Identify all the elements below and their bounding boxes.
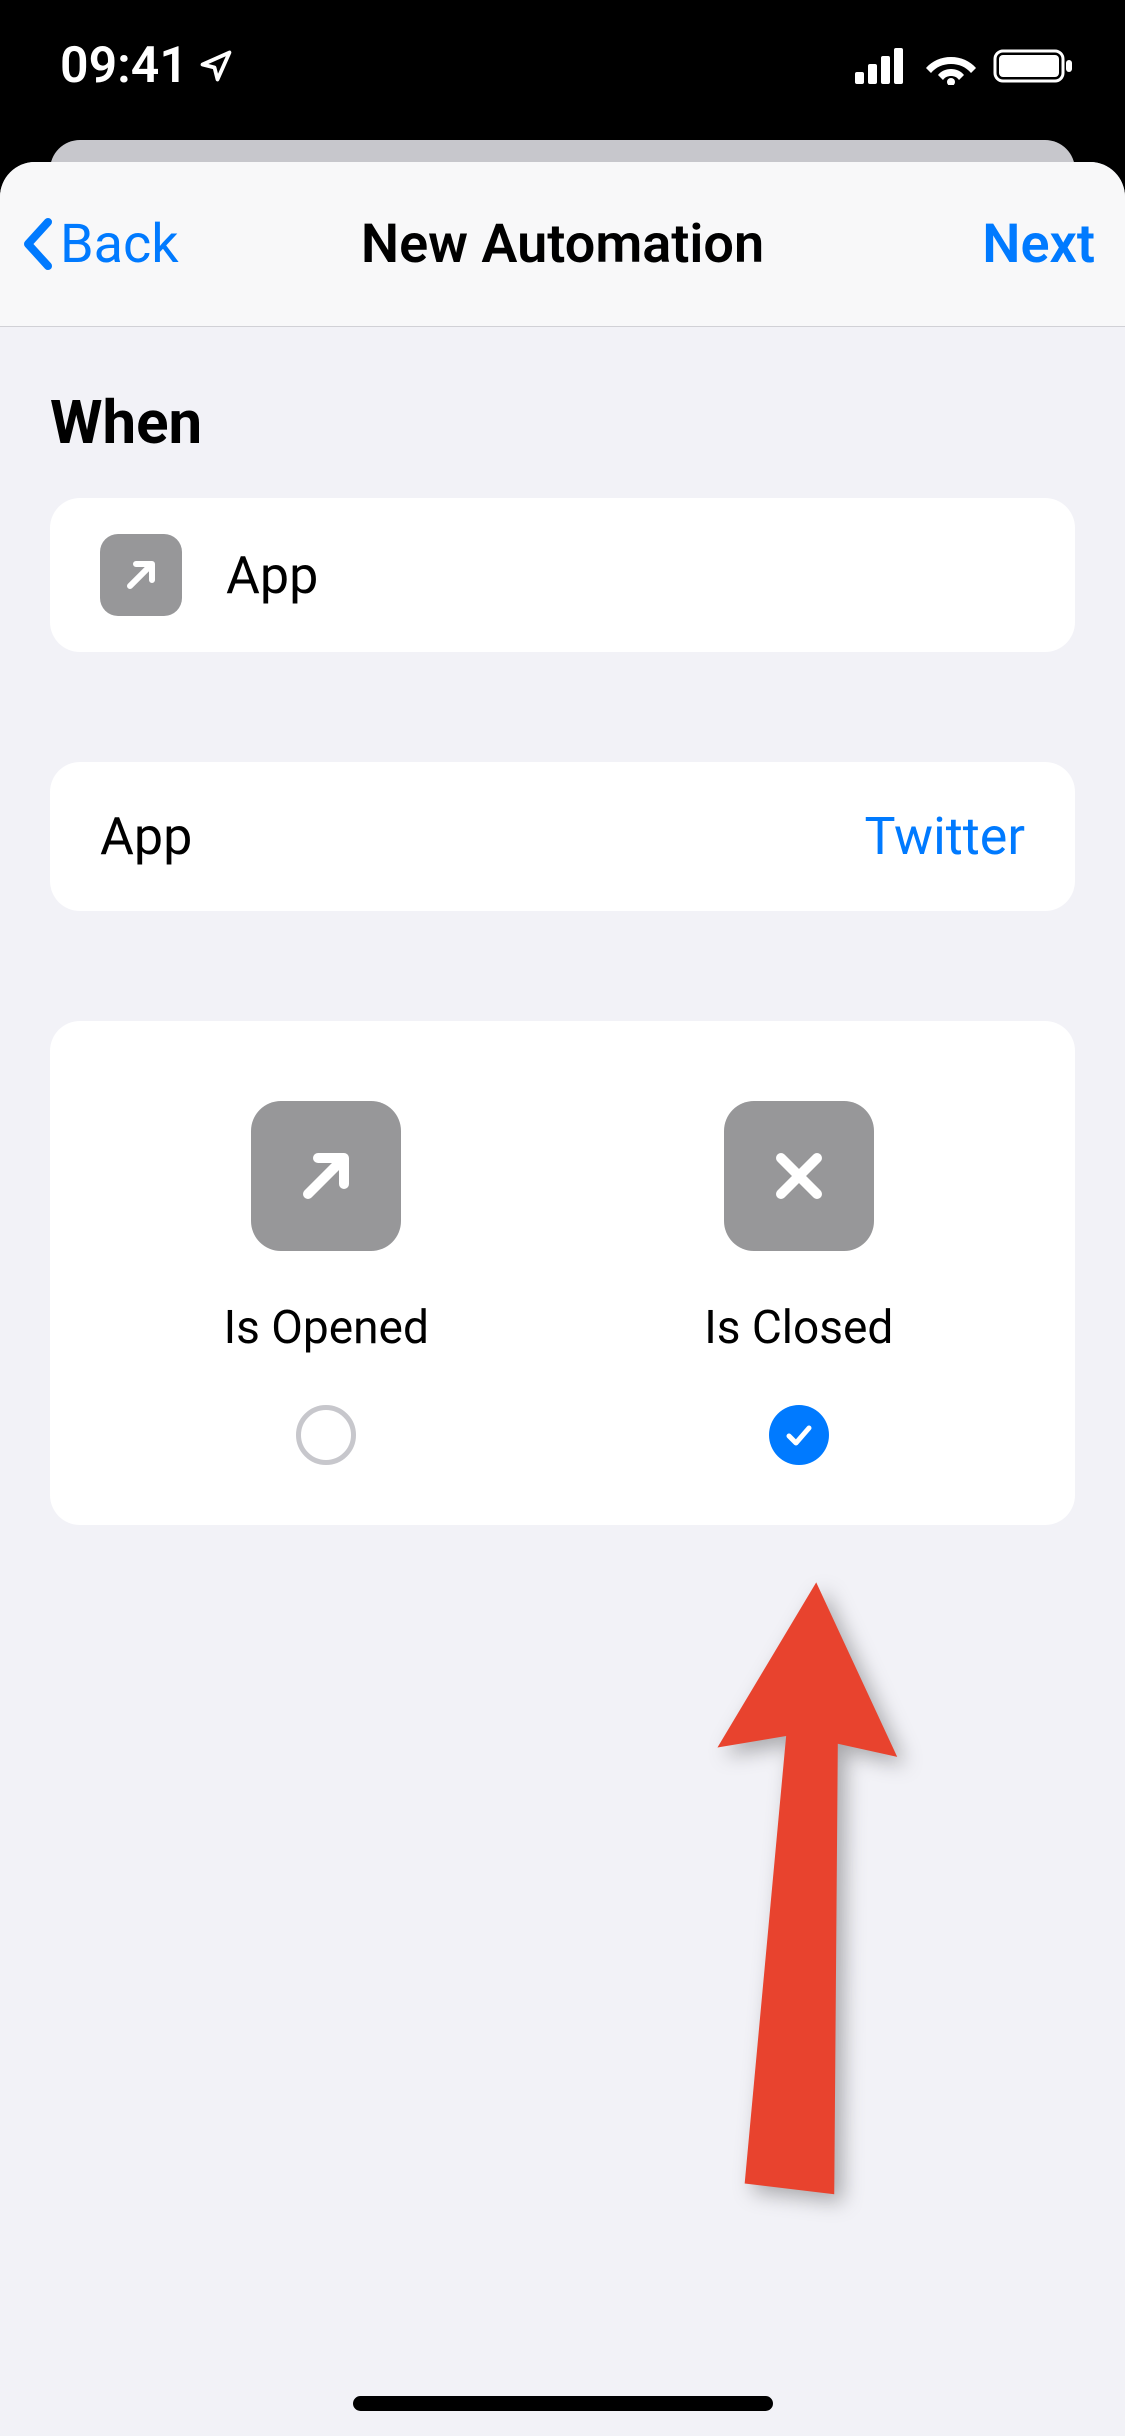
trigger-label: App — [226, 545, 318, 606]
battery-icon — [993, 47, 1075, 85]
is-opened-option[interactable]: Is Opened — [90, 1101, 563, 1465]
back-button[interactable]: Back — [20, 213, 179, 276]
app-selector-card: App Twitter — [50, 762, 1075, 911]
location-icon — [198, 48, 234, 84]
is-closed-option[interactable]: Is Closed — [563, 1101, 1036, 1465]
modal-sheet: Back New Automation Next When App — [0, 162, 1125, 2436]
app-selector-value: Twitter — [864, 806, 1025, 867]
trigger-card: App — [50, 498, 1075, 652]
is-closed-radio[interactable] — [769, 1405, 829, 1465]
is-closed-label: Is Closed — [704, 1301, 893, 1355]
is-opened-label: Is Opened — [224, 1301, 429, 1355]
time-text: 09:41 — [60, 37, 188, 95]
status-right-icons — [855, 47, 1075, 85]
page-title: New Automation — [361, 213, 764, 276]
wifi-icon — [925, 47, 977, 85]
cellular-icon — [855, 48, 909, 84]
chevron-left-icon — [20, 216, 56, 272]
open-close-options: Is Opened Is Closed — [50, 1021, 1075, 1525]
trigger-row[interactable]: App — [50, 498, 1075, 652]
home-indicator[interactable] — [353, 2396, 773, 2411]
annotation-arrow — [700, 1582, 900, 2202]
is-opened-radio[interactable] — [296, 1405, 356, 1465]
back-label: Back — [60, 213, 179, 276]
app-open-icon — [100, 534, 182, 616]
close-icon — [724, 1101, 874, 1251]
app-selector-row[interactable]: App Twitter — [50, 762, 1075, 911]
status-time: 09:41 — [60, 37, 234, 95]
next-button[interactable]: Next — [982, 213, 1095, 276]
arrow-out-icon — [251, 1101, 401, 1251]
device-frame: 09:41 — [0, 0, 1125, 2436]
navigation-bar: Back New Automation Next — [0, 162, 1125, 327]
status-bar: 09:41 — [0, 0, 1125, 132]
content-area: When App App Twitter — [0, 387, 1125, 1525]
when-heading: When — [50, 387, 1075, 458]
app-selector-label: App — [100, 806, 192, 867]
